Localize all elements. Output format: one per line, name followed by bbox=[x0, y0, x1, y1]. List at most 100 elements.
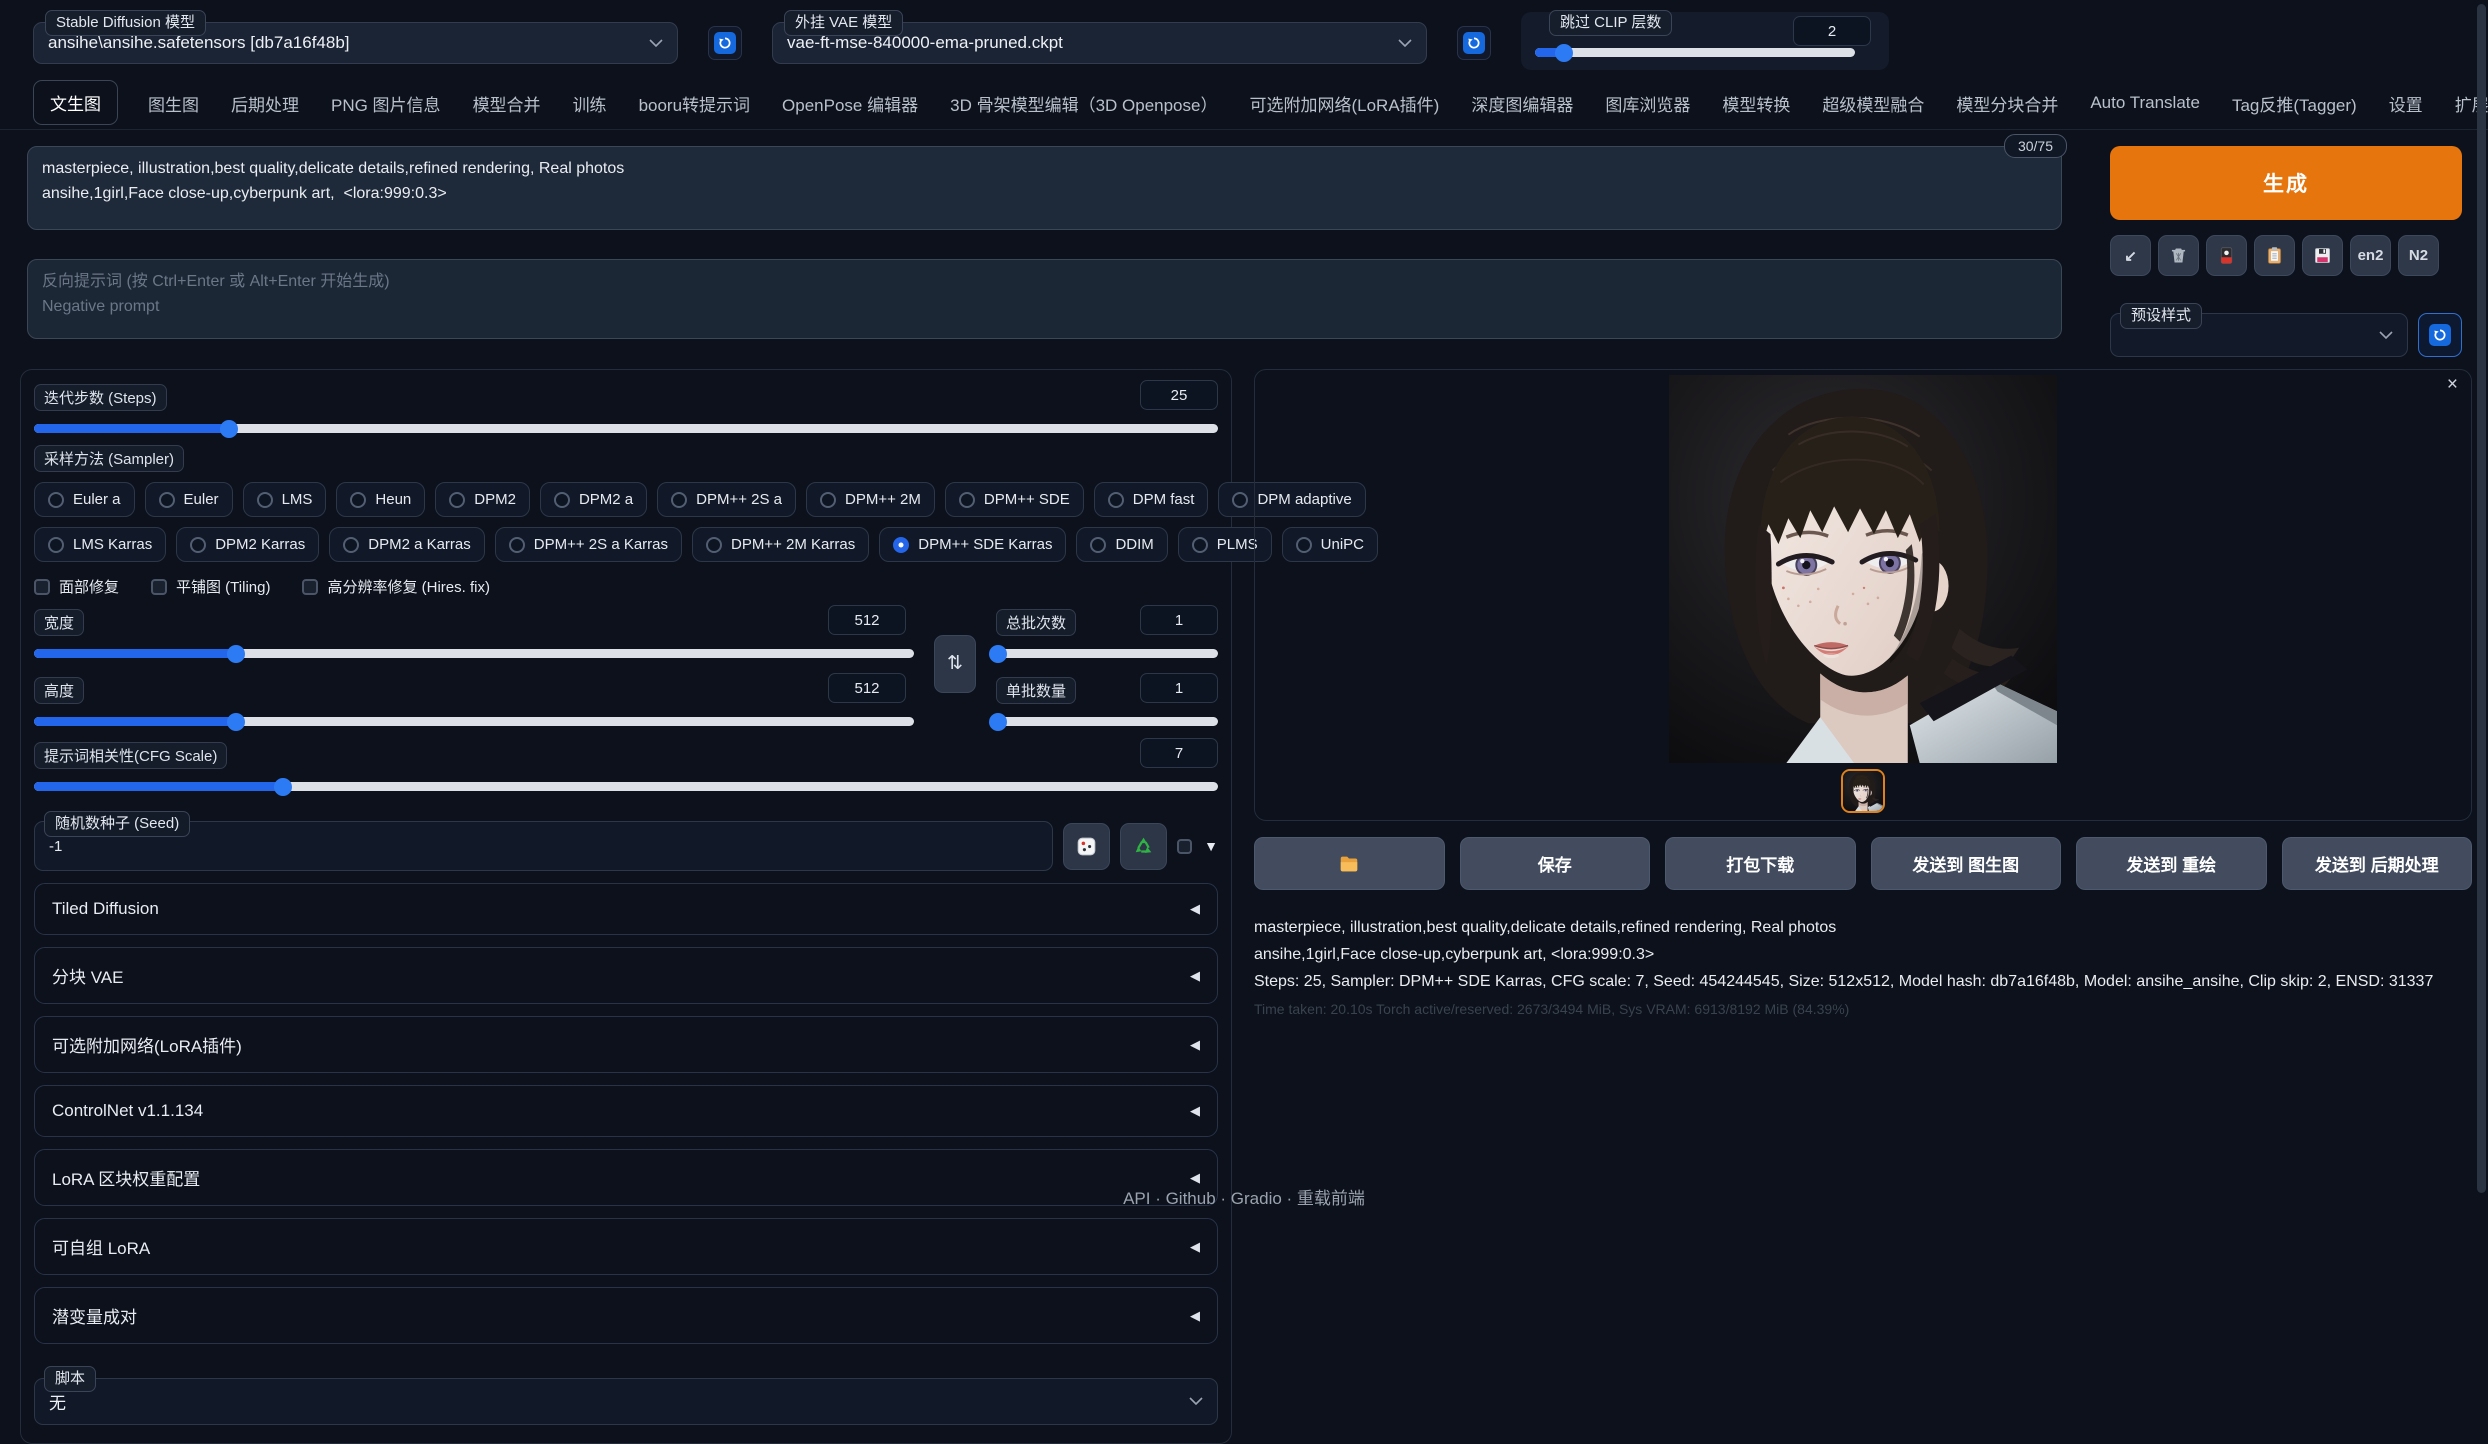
sampler-option[interactable]: DPM2 a Karras bbox=[329, 527, 485, 562]
zip-download-button[interactable]: 打包下载 bbox=[1665, 837, 1856, 890]
steps-slider[interactable] bbox=[34, 424, 1218, 433]
vae-refresh-button[interactable] bbox=[1457, 26, 1491, 60]
tab-png-info[interactable]: PNG 图片信息 bbox=[329, 81, 443, 129]
clear-prompt-button[interactable] bbox=[2158, 235, 2199, 276]
sd-model-refresh-button[interactable] bbox=[708, 26, 742, 60]
sampler-option[interactable]: DPM++ 2S a Karras bbox=[495, 527, 682, 562]
tab-image-browser[interactable]: 图库浏览器 bbox=[1603, 81, 1692, 129]
width-number-input[interactable] bbox=[828, 605, 906, 635]
sampler-option[interactable]: Euler a bbox=[34, 482, 135, 517]
page-scrollbar[interactable] bbox=[2477, 4, 2486, 1193]
height-slider[interactable] bbox=[34, 717, 914, 726]
batch-size-slider[interactable] bbox=[996, 717, 1218, 726]
sampler-option[interactable]: Euler bbox=[145, 482, 233, 517]
script-block: 脚本 无 bbox=[34, 1366, 1218, 1425]
slider-handle[interactable] bbox=[989, 713, 1007, 731]
token-counter: 30/75 bbox=[2004, 134, 2067, 158]
tab-auto-translate[interactable]: Auto Translate bbox=[2088, 83, 2202, 126]
cfg-number-input[interactable] bbox=[1140, 738, 1218, 768]
negative-prompt-input[interactable] bbox=[27, 259, 2062, 339]
slider-handle[interactable] bbox=[1555, 44, 1573, 62]
random-seed-button[interactable] bbox=[1063, 823, 1110, 870]
accordion-latent-couple[interactable]: 潜变量成对 ◀ bbox=[34, 1287, 1218, 1344]
height-number-input[interactable] bbox=[828, 673, 906, 703]
cfg-slider[interactable] bbox=[34, 782, 1218, 791]
tab-tagger[interactable]: Tag反推(Tagger) bbox=[2230, 81, 2359, 129]
batch-count-slider[interactable] bbox=[996, 649, 1218, 658]
tab-img2img[interactable]: 图生图 bbox=[146, 81, 201, 129]
sampler-option[interactable]: DPM++ 2S a bbox=[657, 482, 796, 517]
sampler-option[interactable]: DDIM bbox=[1076, 527, 1167, 562]
tab-extras[interactable]: 后期处理 bbox=[229, 81, 301, 129]
slider-handle[interactable] bbox=[220, 420, 238, 438]
translate-en2-button[interactable]: en2 bbox=[2350, 235, 2391, 276]
width-slider[interactable] bbox=[34, 649, 914, 658]
accordion-controlnet[interactable]: ControlNet v1.1.134 ◀ bbox=[34, 1085, 1218, 1137]
sampler-option[interactable]: LMS bbox=[243, 482, 327, 517]
send-to-extras-button[interactable]: 发送到 后期处理 bbox=[2282, 837, 2473, 890]
steps-number-input[interactable] bbox=[1140, 380, 1218, 410]
sampler-option[interactable]: DPM++ 2M Karras bbox=[692, 527, 869, 562]
sampler-option[interactable]: Heun bbox=[336, 482, 425, 517]
collapse-arrow-icon: ◀ bbox=[1190, 968, 1200, 984]
tab-booru[interactable]: booru转提示词 bbox=[637, 81, 752, 129]
batch-count-number-input[interactable] bbox=[1140, 605, 1218, 635]
save-style-button[interactable] bbox=[2302, 235, 2343, 276]
hires-fix-checkbox[interactable]: 高分辨率修复 (Hires. fix) bbox=[302, 576, 490, 597]
radio-icon bbox=[257, 492, 273, 508]
tab-train[interactable]: 训练 bbox=[571, 81, 609, 129]
face-restore-checkbox[interactable]: 面部修复 bbox=[34, 576, 119, 597]
slider-handle[interactable] bbox=[227, 645, 245, 663]
tab-txt2img[interactable]: 文生图 bbox=[33, 80, 118, 125]
apply-style-button[interactable] bbox=[2254, 235, 2295, 276]
swap-dimensions-button[interactable]: ⇅ bbox=[934, 635, 976, 693]
open-folder-button[interactable] bbox=[1254, 837, 1445, 890]
extra-networks-button[interactable] bbox=[2206, 235, 2247, 276]
translate-n2-button[interactable]: N2 bbox=[2398, 235, 2439, 276]
accordion-tiled-vae[interactable]: 分块 VAE ◀ bbox=[34, 947, 1218, 1004]
sampler-option[interactable]: LMS Karras bbox=[34, 527, 166, 562]
tab-additional-networks[interactable]: 可选附加网络(LoRA插件) bbox=[1247, 81, 1441, 129]
send-to-inpaint-button[interactable]: 发送到 重绘 bbox=[2076, 837, 2267, 890]
generated-image[interactable] bbox=[1669, 375, 2057, 763]
script-dropdown[interactable]: 无 bbox=[34, 1378, 1218, 1425]
sampler-option[interactable]: DPM2 a bbox=[540, 482, 647, 517]
save-button[interactable]: 保存 bbox=[1460, 837, 1651, 890]
accordion-additional-networks[interactable]: 可选附加网络(LoRA插件) ◀ bbox=[34, 1016, 1218, 1073]
tab-settings[interactable]: 设置 bbox=[2387, 81, 2425, 129]
tab-checkpoint-merger[interactable]: 模型合并 bbox=[471, 81, 543, 129]
sampler-option[interactable]: DPM fast bbox=[1094, 482, 1209, 517]
tiling-checkbox[interactable]: 平铺图 (Tiling) bbox=[151, 576, 270, 597]
reuse-seed-button[interactable] bbox=[1120, 823, 1167, 870]
collapse-arrow-icon: ◀ bbox=[1190, 901, 1200, 917]
gallery-thumbnail-selected[interactable] bbox=[1841, 769, 1885, 813]
sampler-option-selected[interactable]: DPM++ SDE Karras bbox=[879, 527, 1066, 562]
radio-selected-icon bbox=[893, 537, 909, 553]
radio-icon bbox=[1192, 537, 1208, 553]
tab-depth-editor[interactable]: 深度图编辑器 bbox=[1469, 81, 1575, 129]
preset-refresh-button[interactable] bbox=[2418, 313, 2462, 357]
accordion-tiled-diffusion[interactable]: Tiled Diffusion ◀ bbox=[34, 883, 1218, 935]
paste-params-button[interactable]: ↙ bbox=[2110, 235, 2151, 276]
clip-skip-number-input[interactable] bbox=[1793, 16, 1871, 46]
prompt-input[interactable]: masterpiece, illustration,best quality,d… bbox=[27, 146, 2062, 230]
generate-button[interactable]: 生成 bbox=[2110, 146, 2462, 220]
tab-model-converter[interactable]: 模型转换 bbox=[1720, 81, 1792, 129]
clip-skip-slider[interactable] bbox=[1535, 48, 1855, 57]
slider-handle[interactable] bbox=[274, 778, 292, 796]
send-to-img2img-button[interactable]: 发送到 图生图 bbox=[1871, 837, 2062, 890]
tab-3d-openpose[interactable]: 3D 骨架模型编辑（3D Openpose） bbox=[948, 81, 1219, 129]
accordion-composable-lora[interactable]: 可自组 LoRA ◀ bbox=[34, 1218, 1218, 1275]
tab-super-merger[interactable]: 超级模型融合 bbox=[1820, 81, 1926, 129]
sampler-option[interactable]: DPM2 bbox=[435, 482, 530, 517]
tab-block-merge[interactable]: 模型分块合并 bbox=[1954, 81, 2060, 129]
seed-extra-checkbox[interactable] bbox=[1177, 839, 1192, 854]
batch-size-number-input[interactable] bbox=[1140, 673, 1218, 703]
close-icon[interactable]: × bbox=[2447, 375, 2458, 394]
slider-handle[interactable] bbox=[989, 645, 1007, 663]
sampler-option[interactable]: DPM2 Karras bbox=[176, 527, 319, 562]
tab-openpose-editor[interactable]: OpenPose 编辑器 bbox=[780, 81, 920, 129]
sampler-option[interactable]: DPM++ SDE bbox=[945, 482, 1084, 517]
sampler-option[interactable]: DPM++ 2M bbox=[806, 482, 935, 517]
slider-handle[interactable] bbox=[227, 713, 245, 731]
